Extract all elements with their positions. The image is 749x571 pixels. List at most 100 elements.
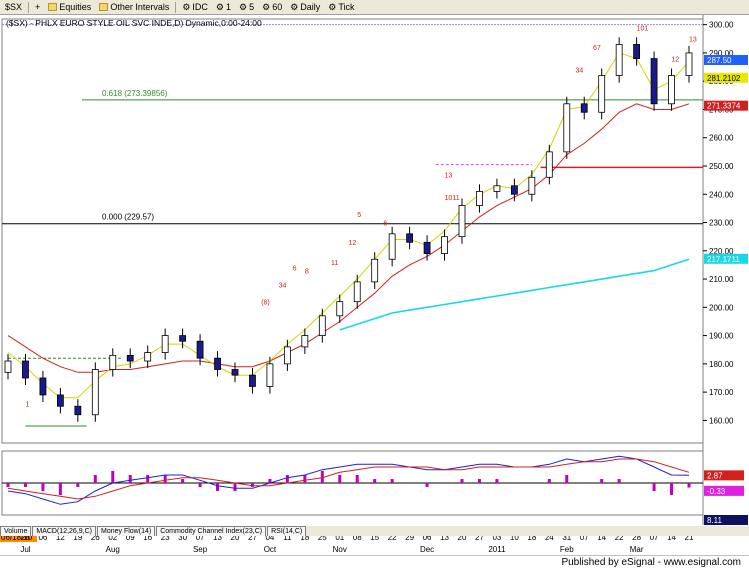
y-tick-label: 210.00 xyxy=(709,275,734,284)
plus-button[interactable]: + xyxy=(32,1,43,14)
study-tab-4[interactable]: RSI(14,C) xyxy=(267,526,307,536)
candle-body xyxy=(668,75,675,105)
sequence-label: 34 xyxy=(576,68,584,75)
study-tab-0[interactable]: Volume xyxy=(0,526,32,536)
y-tick-label: 300.00 xyxy=(709,21,734,30)
candle-body xyxy=(39,377,47,396)
candle-body xyxy=(109,354,117,370)
toolbar-divider xyxy=(175,1,177,13)
x-month-label: Aug xyxy=(106,545,120,554)
macd-marker-label: 2.87 xyxy=(707,471,723,480)
candle-body xyxy=(423,241,431,255)
candle-body xyxy=(91,369,99,416)
y-tick-label: 180.00 xyxy=(709,360,734,369)
daily-button[interactable]: ⚙ Daily xyxy=(287,1,323,14)
candle-body xyxy=(56,394,64,407)
candle-body xyxy=(406,233,414,243)
candle-body xyxy=(301,335,309,348)
candle-body xyxy=(22,360,29,379)
footer-text: Published by eSignal - www.esignal.com xyxy=(561,557,741,568)
x-month-label: Oct xyxy=(264,545,277,554)
x-month-label: Jul xyxy=(20,545,30,554)
y-tick-label: 160.00 xyxy=(709,416,734,425)
price-marker-label: 217.1711 xyxy=(707,255,740,264)
y-tick-label: 170.00 xyxy=(709,388,734,397)
equities-button[interactable]: Equities xyxy=(45,1,94,14)
interval-5-button[interactable]: ⚙ 5 xyxy=(236,1,257,14)
candle-body xyxy=(650,58,658,105)
gear-icon: ⚙ xyxy=(239,1,248,12)
candle-body xyxy=(214,357,221,370)
candle-body xyxy=(4,360,12,373)
study-tabs: Volume MACD(12,26,9,C) Money Flow(14) Commo… xyxy=(0,526,749,536)
sequence-label: 8 xyxy=(305,268,309,275)
gear-icon: ⚙ xyxy=(182,1,191,12)
interval-5-label: 5 xyxy=(249,2,255,12)
x-axis: 06/18/1028 06 12 19 26 02 09 16 23 30 07 13 20 27 04 11… xyxy=(0,533,694,554)
candle-body xyxy=(249,374,256,387)
candle-body xyxy=(283,346,291,365)
study-tab-2[interactable]: Money Flow(14) xyxy=(97,526,156,536)
sequence-label: (8) xyxy=(261,299,270,306)
idc-label: IDC xyxy=(192,2,208,12)
y-tick-label: 200.00 xyxy=(709,303,734,312)
gear-icon: ⚙ xyxy=(328,1,337,12)
interval-60-label: 60 xyxy=(272,2,283,12)
sequence-label: 6 xyxy=(293,266,297,273)
gear-icon: ⚙ xyxy=(262,1,271,12)
candle-body xyxy=(510,185,518,195)
candle-body xyxy=(353,281,361,303)
price-marker-label: 281.2102 xyxy=(707,74,741,83)
other-intervals-button[interactable]: Other Intervals xyxy=(96,1,172,14)
candle-body xyxy=(371,258,379,283)
price-chart[interactable]: 160.00170.00180.00190.00200.00210.00220.… xyxy=(0,15,749,555)
y-tick-label: 190.00 xyxy=(709,332,734,341)
price-marker-label: 271.3374 xyxy=(707,102,741,111)
candle-body xyxy=(336,301,344,317)
folder-icon xyxy=(99,3,109,11)
y-tick-label: 230.00 xyxy=(709,219,734,228)
sequence-label: 101 xyxy=(637,25,649,32)
sequence-label: 12 xyxy=(349,240,357,247)
study-tab-3[interactable]: Commodity Channel Index(23,C) xyxy=(156,526,267,536)
y-tick-label: 260.00 xyxy=(709,134,734,143)
candle-body xyxy=(545,151,553,178)
candle-body xyxy=(615,44,623,76)
candle-body xyxy=(196,340,204,359)
symbol-field[interactable]: $SX xyxy=(2,1,25,14)
candle-body xyxy=(458,205,466,238)
tick-button[interactable]: ⚙ Tick xyxy=(325,1,357,14)
toolbar-divider xyxy=(28,1,30,13)
candle-body xyxy=(74,405,82,416)
candle-body xyxy=(441,236,448,255)
symbol-text: $SX xyxy=(5,2,23,12)
interval-1-label: 1 xyxy=(226,2,232,12)
toolbar: $SX + Equities Other Intervals ⚙ IDC ⚙ 1 ⚙… xyxy=(0,0,749,15)
fib-label: 0.618 (273.39856) xyxy=(102,89,168,98)
interval-1-button[interactable]: ⚙ 1 xyxy=(213,1,234,14)
plus-icon: + xyxy=(35,2,41,12)
candle-body xyxy=(633,44,641,59)
equities-label: Equities xyxy=(59,2,92,12)
footer: Published by eSignal - www.esignal.com xyxy=(0,555,749,571)
sequence-label: 13 xyxy=(689,37,697,44)
sequence-label: 1011 xyxy=(445,195,460,202)
sequence-label: 5 xyxy=(357,212,361,219)
study-tab-1[interactable]: MACD(12,26,9,C) xyxy=(32,526,96,536)
candle-body xyxy=(144,352,152,362)
interval-60-button[interactable]: ⚙ 60 xyxy=(259,1,285,14)
folder-icon xyxy=(48,3,58,11)
candle-body xyxy=(318,315,326,336)
candle xyxy=(598,68,606,120)
x-month-label: Sep xyxy=(193,545,208,554)
sequence-label: 34 xyxy=(279,283,287,290)
candle-body xyxy=(476,191,483,206)
sequence-label: 13 xyxy=(445,172,453,179)
candle xyxy=(563,96,571,159)
chart-title: ($SX) - PHLX EURO STYLE OIL SVC INDE,D) … xyxy=(6,18,262,28)
idc-button[interactable]: ⚙ IDC xyxy=(179,1,211,14)
fib-label: 0.000 (229.57) xyxy=(102,213,154,222)
daily-label: Daily xyxy=(300,2,321,12)
candle xyxy=(91,362,99,422)
sequence-label: 6 xyxy=(383,220,387,227)
